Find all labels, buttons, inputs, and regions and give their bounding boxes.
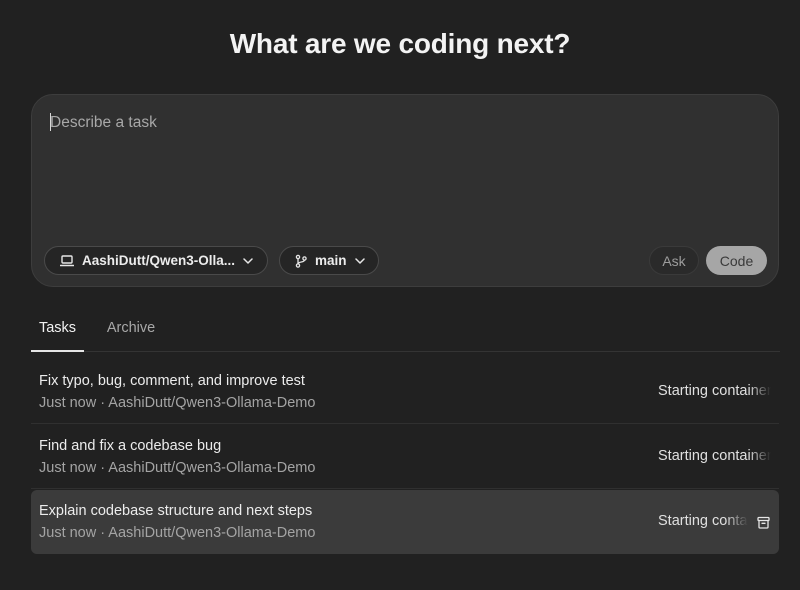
tab-archive[interactable]: Archive — [96, 312, 166, 352]
branch-selector[interactable]: main — [279, 246, 379, 275]
task-title: Find and fix a codebase bug — [39, 438, 221, 454]
task-title: Fix typo, bug, comment, and improve test — [39, 373, 305, 389]
text-caret — [50, 113, 51, 131]
task-meta: Just now · AashiDutt/Qwen3-Ollama-Demo — [39, 460, 315, 476]
branch-selector-label: main — [315, 253, 347, 268]
task-title: Explain codebase structure and next step… — [39, 503, 312, 519]
chevron-down-icon — [355, 258, 365, 264]
archive-icon[interactable] — [755, 514, 771, 530]
task-status: Starting container — [658, 448, 771, 464]
code-button[interactable]: Code — [706, 246, 767, 275]
page-title: What are we coding next? — [0, 28, 800, 60]
page: What are we coding next? AashiDutt/Qwen3… — [0, 0, 800, 590]
task-row[interactable]: Fix typo, bug, comment, and improve test… — [31, 360, 779, 424]
laptop-icon — [60, 255, 74, 267]
task-meta: Just now · AashiDutt/Qwen3-Ollama-Demo — [39, 395, 315, 411]
repo-selector-label: AashiDutt/Qwen3-Olla... — [82, 253, 235, 268]
task-status: Starting container — [658, 513, 748, 529]
task-meta: Just now · AashiDutt/Qwen3-Ollama-Demo — [39, 525, 315, 541]
task-composer: AashiDutt/Qwen3-Olla... main Ask Code — [31, 94, 779, 287]
ask-button[interactable]: Ask — [649, 246, 699, 275]
task-row[interactable]: Explain codebase structure and next step… — [31, 490, 779, 554]
tab-tasks[interactable]: Tasks — [31, 312, 84, 352]
repo-selector[interactable]: AashiDutt/Qwen3-Olla... — [44, 246, 268, 275]
task-row[interactable]: Find and fix a codebase bug Just now · A… — [31, 425, 779, 489]
task-status: Starting container — [658, 383, 771, 399]
task-input[interactable] — [50, 112, 750, 134]
git-branch-icon — [295, 254, 307, 268]
task-tabs: Tasks Archive — [31, 312, 780, 352]
chevron-down-icon — [243, 258, 253, 264]
